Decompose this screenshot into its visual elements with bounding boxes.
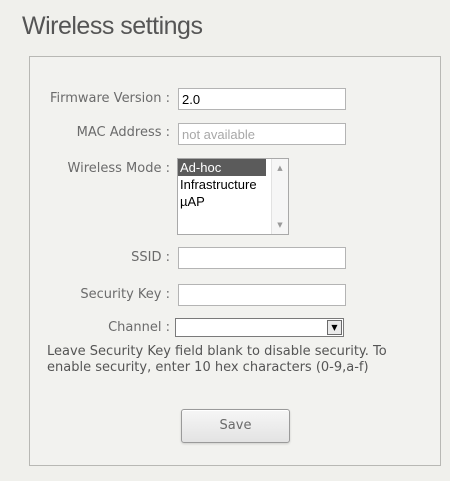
security-key-label: Security Key : — [80, 287, 170, 302]
save-button[interactable]: Save — [181, 409, 290, 443]
wireless-mode-label: Wireless Mode : — [67, 161, 170, 176]
channel-label: Channel : — [108, 320, 170, 335]
wireless-mode-listbox[interactable]: Ad-hoc Infrastructure µAP ▲ ▼ — [177, 158, 289, 235]
mac-address-field: not available — [178, 123, 346, 145]
ssid-field[interactable] — [178, 247, 346, 269]
wireless-mode-option-adhoc[interactable]: Ad-hoc — [178, 159, 266, 176]
ssid-label: SSID : — [131, 250, 170, 265]
wireless-mode-scrollbar[interactable]: ▲ ▼ — [271, 159, 288, 234]
firmware-version-label: Firmware Version : — [49, 91, 170, 106]
scroll-down-arrow-icon[interactable]: ▼ — [272, 218, 288, 232]
mac-address-label: MAC Address : — [76, 125, 170, 140]
channel-select[interactable]: ▼ — [175, 318, 344, 337]
firmware-version-field[interactable]: 2.0 — [178, 88, 346, 110]
chevron-down-icon[interactable]: ▼ — [327, 320, 342, 335]
security-help-text: Leave Security Key field blank to disabl… — [47, 344, 387, 375]
page-title: Wireless settings — [22, 12, 203, 40]
scroll-up-arrow-icon[interactable]: ▲ — [272, 161, 288, 175]
security-key-field[interactable] — [178, 284, 346, 306]
wireless-mode-option-infrastructure[interactable]: Infrastructure — [178, 176, 266, 193]
wireless-mode-option-uap[interactable]: µAP — [178, 193, 266, 210]
